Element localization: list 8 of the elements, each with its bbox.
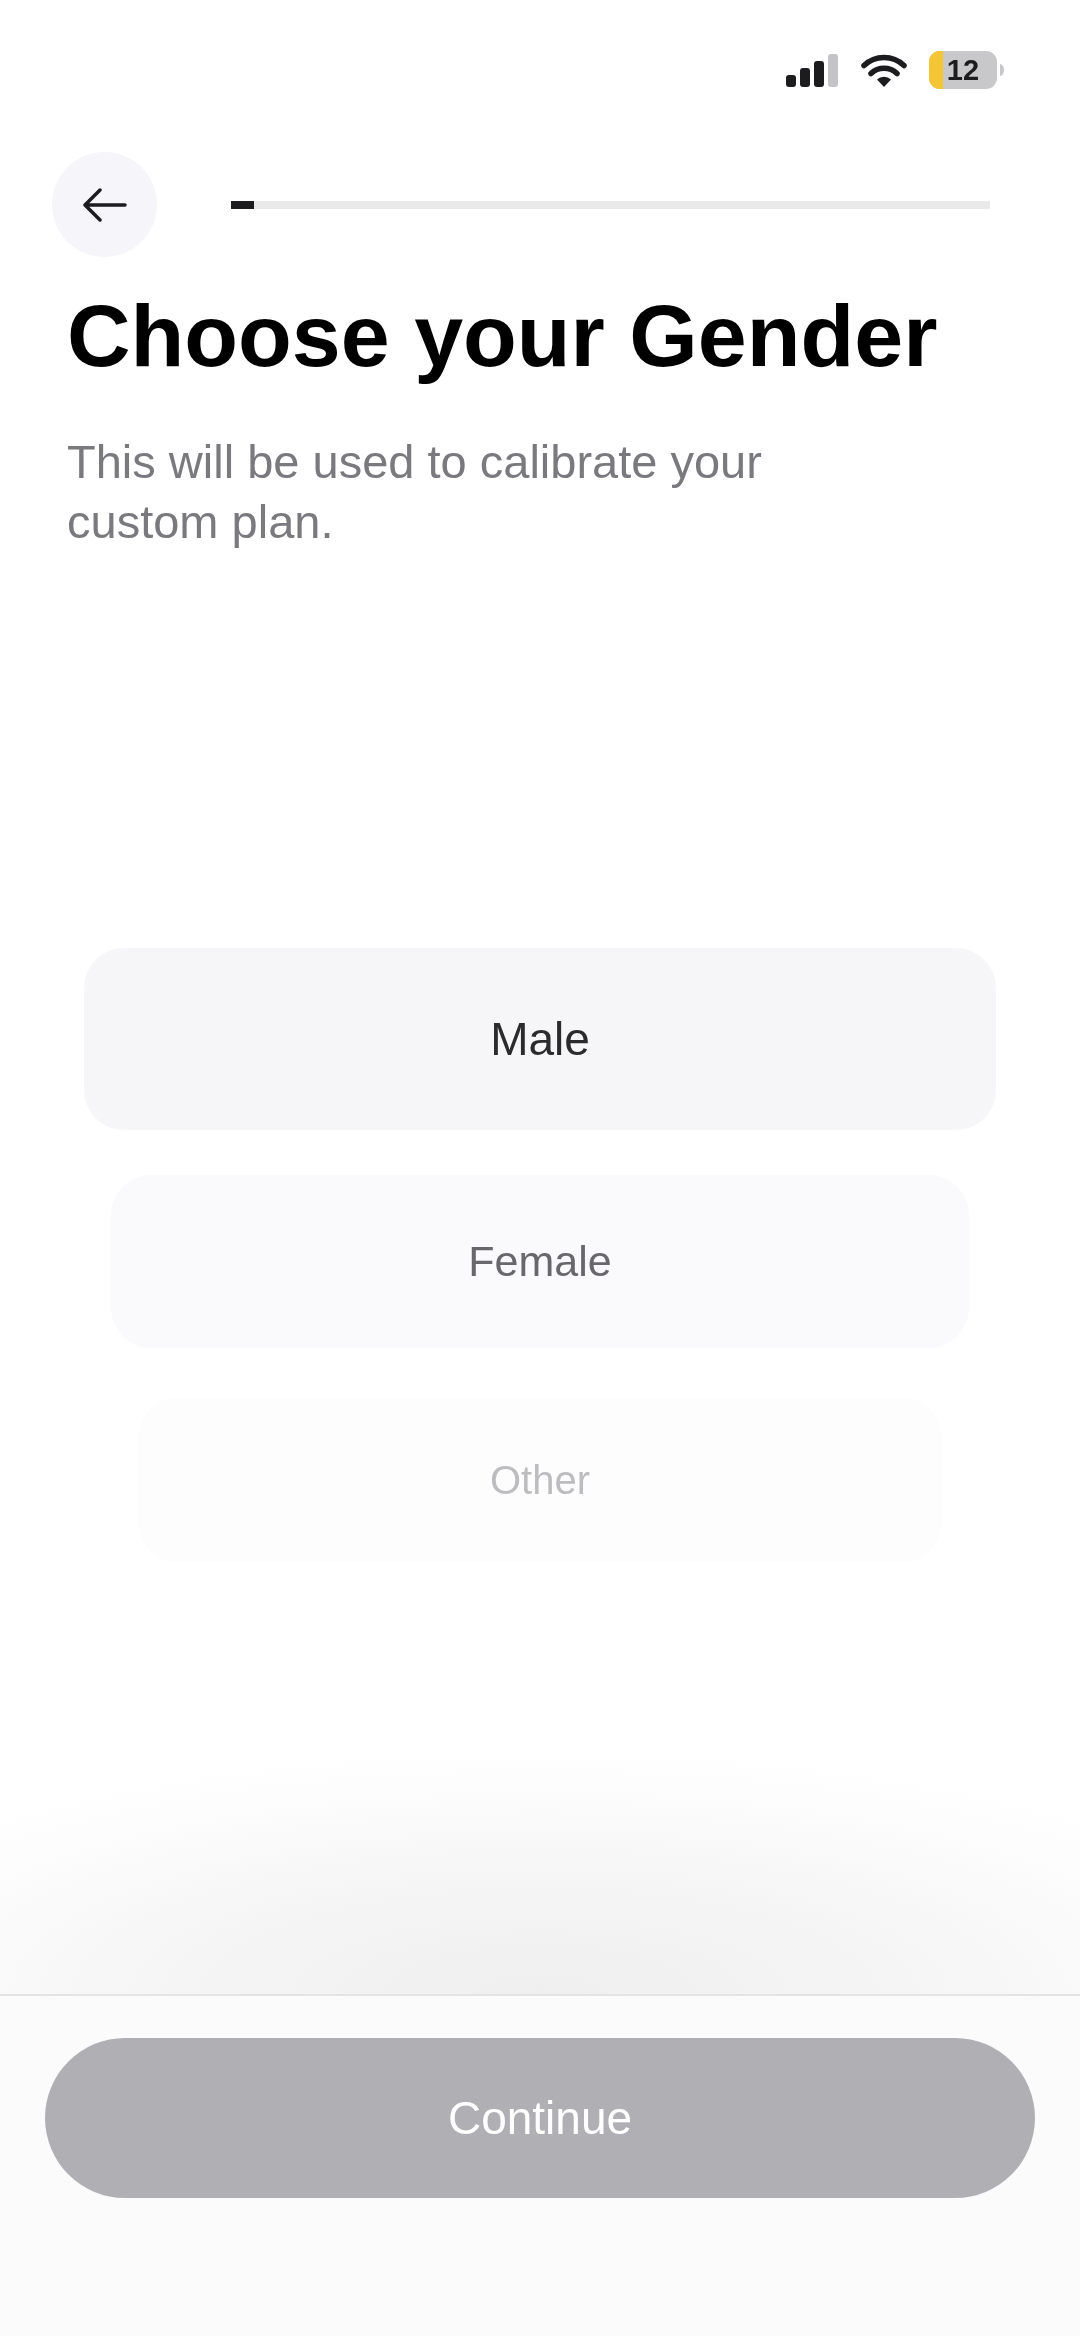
wifi-icon <box>861 53 907 87</box>
page-subtitle: This will be used to calibrate your custom plan. <box>67 434 763 551</box>
page-title: Choose your Gender <box>67 285 939 387</box>
option-button[interactable]: Male <box>84 948 996 1131</box>
option-button[interactable]: Female <box>111 1175 969 1349</box>
back-arrow-icon <box>82 187 127 222</box>
battery-percentage: 12 <box>945 55 981 85</box>
signal-icon <box>786 53 839 87</box>
